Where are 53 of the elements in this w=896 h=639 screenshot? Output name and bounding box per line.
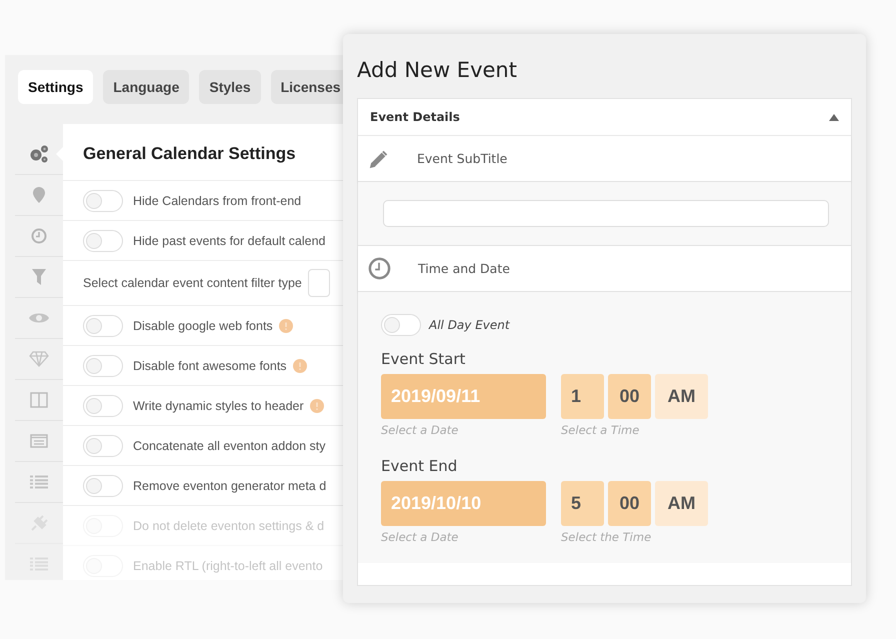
setting-label: Write dynamic styles to header: [133, 398, 304, 412]
minute-field[interactable]: 00: [608, 481, 651, 526]
settings-tab[interactable]: Licenses: [270, 70, 343, 104]
clock-icon: [368, 257, 391, 280]
toggle-switch[interactable]: [83, 394, 123, 416]
date-hint: Select a Date: [381, 423, 460, 437]
pencil-icon: [368, 148, 390, 170]
field-label: Event Start: [381, 350, 466, 368]
clock-icon: [31, 228, 47, 244]
setting-label: Remove eventon generator meta d: [133, 478, 326, 492]
setting-label: Disable google web fonts: [133, 318, 273, 332]
settings-tab[interactable]: Language: [103, 70, 190, 104]
row-label: Time and Date: [418, 261, 510, 276]
card-icon: [30, 434, 48, 448]
section-heading: Event Details: [370, 110, 460, 124]
filter-icon: [32, 269, 46, 285]
subtitle-input[interactable]: [383, 200, 829, 227]
all-day-label: All Day Event: [429, 318, 510, 332]
toggle-switch[interactable]: [83, 474, 123, 496]
setting-label: Disable font awesome fonts: [133, 358, 287, 372]
map-pin-icon: [33, 187, 45, 203]
diamond-icon: [29, 351, 49, 367]
setting-label: Enable RTL (right-to-left all evento: [133, 558, 323, 572]
toggle-switch[interactable]: [83, 314, 123, 336]
setting-label: Concatenate all eventon addon sty: [133, 438, 326, 452]
field-label: Event End: [381, 457, 458, 475]
collapse-caret-icon[interactable]: [829, 114, 839, 120]
setting-label: Do not delete eventon settings & d: [133, 518, 324, 532]
minute-field[interactable]: 00: [608, 374, 651, 419]
list-icon: [30, 475, 48, 489]
all-day-toggle[interactable]: [381, 314, 421, 336]
settings-tab[interactable]: Settings: [18, 70, 94, 104]
am-pm-field[interactable]: AM: [655, 374, 708, 419]
am-pm-field[interactable]: AM: [655, 481, 708, 526]
hour-field[interactable]: 1: [561, 374, 604, 419]
eye-icon: [29, 312, 49, 324]
gears-icon: [28, 144, 50, 164]
toggle-switch[interactable]: [83, 230, 123, 252]
hour-field[interactable]: 5: [561, 481, 604, 526]
settings-tab[interactable]: Styles: [199, 70, 261, 104]
setting-label: Select calendar event content filter type: [83, 276, 302, 290]
row-label: Event SubTitle: [417, 151, 508, 166]
setting-label: Hide past events for default calend: [133, 234, 326, 248]
toggle-switch[interactable]: [83, 190, 123, 212]
filter-type-select[interactable]: [308, 269, 330, 297]
date-hint: Select a Date: [381, 530, 460, 544]
columns-icon: [30, 392, 48, 408]
toggle-switch[interactable]: [83, 434, 123, 456]
toggle-switch[interactable]: [83, 354, 123, 376]
time-hint: Select a Time: [561, 423, 640, 437]
time-hint: Select the Time: [561, 530, 652, 544]
dialog-title: Add New Event: [357, 57, 518, 84]
setting-label: Hide Calendars from front-end: [133, 194, 302, 208]
